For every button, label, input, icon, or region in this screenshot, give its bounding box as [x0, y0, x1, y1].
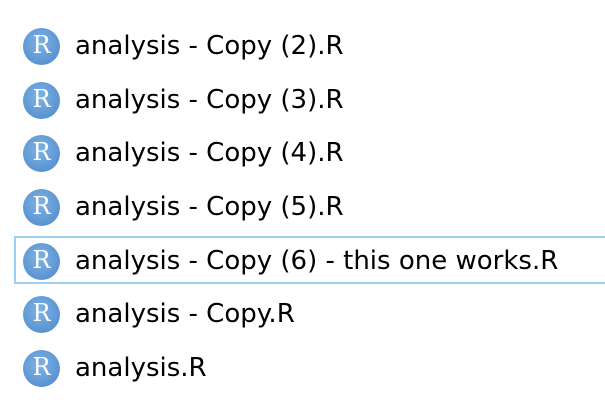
file-name: analysis - Copy.R	[75, 299, 295, 329]
file-name: analysis - Copy (5).R	[75, 192, 344, 222]
file-item[interactable]: R analysis - Copy (5).R	[14, 182, 605, 230]
file-name: analysis - Copy (3).R	[75, 85, 344, 115]
r-file-icon: R	[23, 350, 60, 387]
file-item[interactable]: R analysis - Copy (2).R	[14, 21, 605, 69]
r-file-icon: R	[23, 135, 60, 172]
r-file-icon: R	[23, 189, 60, 226]
r-file-icon: R	[23, 296, 60, 333]
file-item[interactable]: R analysis - Copy.R	[14, 289, 605, 337]
file-item[interactable]: R analysis.R	[14, 343, 605, 391]
file-name: analysis.R	[75, 353, 207, 383]
r-file-icon: R	[23, 82, 60, 119]
file-name: analysis - Copy (6) - this one works.R	[75, 246, 559, 276]
file-item[interactable]: R analysis - Copy (3).R	[14, 75, 605, 123]
file-name: analysis - Copy (2).R	[75, 31, 344, 61]
file-item[interactable]: R analysis - Copy (4).R	[14, 128, 605, 176]
file-item-selected[interactable]: R analysis - Copy (6) - this one works.R	[14, 236, 605, 284]
file-name: analysis - Copy (4).R	[75, 138, 344, 168]
r-file-icon: R	[23, 28, 60, 65]
r-file-icon: R	[23, 243, 60, 280]
file-list: R analysis - Copy (2).R R analysis - Cop…	[0, 0, 605, 412]
